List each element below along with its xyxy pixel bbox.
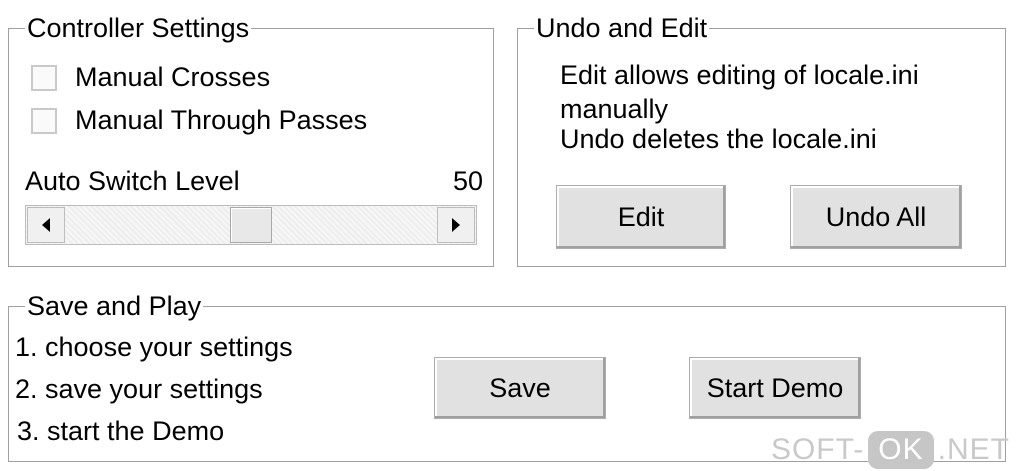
auto-switch-level-value: 50 — [453, 166, 484, 196]
manual-through-passes-checkbox[interactable] — [31, 108, 57, 134]
save-play-title: Save and Play — [25, 289, 204, 323]
step-3-text: 3. start the Demo — [17, 416, 225, 446]
undo-edit-group: Undo and Edit Edit allows editing of loc… — [517, 11, 1006, 267]
watermark-mid: OK — [868, 431, 934, 469]
start-demo-button[interactable]: Start Demo — [689, 357, 861, 419]
watermark-left: SOFT- — [770, 433, 865, 466]
manual-crosses-label[interactable]: Manual Crosses — [75, 61, 270, 93]
save-button[interactable]: Save — [434, 357, 606, 419]
watermark-logo: SOFT- OK .NET — [771, 431, 1010, 469]
auto-switch-level-label: Auto Switch Level — [25, 166, 240, 196]
step-2-text: 2. save your settings — [15, 374, 263, 404]
controller-settings-group: Controller Settings Manual Crosses Manua… — [8, 11, 494, 267]
scroll-right-button[interactable] — [437, 207, 475, 243]
slider-thumb[interactable] — [230, 207, 272, 243]
edit-button[interactable]: Edit — [556, 185, 726, 249]
manual-through-passes-label[interactable]: Manual Through Passes — [75, 104, 367, 136]
edit-description-line1: Edit allows editing of locale.ini — [560, 60, 919, 90]
watermark-right: .NET — [937, 433, 1010, 466]
scroll-left-button[interactable] — [27, 207, 65, 243]
undo-description: Undo deletes the locale.ini — [560, 124, 877, 154]
right-arrow-icon — [452, 218, 460, 232]
auto-switch-slider[interactable] — [25, 205, 477, 245]
manual-crosses-checkbox[interactable] — [31, 65, 57, 91]
left-arrow-icon — [42, 218, 50, 232]
undo-all-button[interactable]: Undo All — [790, 185, 962, 249]
edit-description-line2: manually — [560, 94, 669, 124]
controller-settings-title: Controller Settings — [25, 11, 252, 45]
step-1-text: 1. choose your settings — [15, 332, 293, 362]
undo-edit-title: Undo and Edit — [534, 11, 710, 45]
